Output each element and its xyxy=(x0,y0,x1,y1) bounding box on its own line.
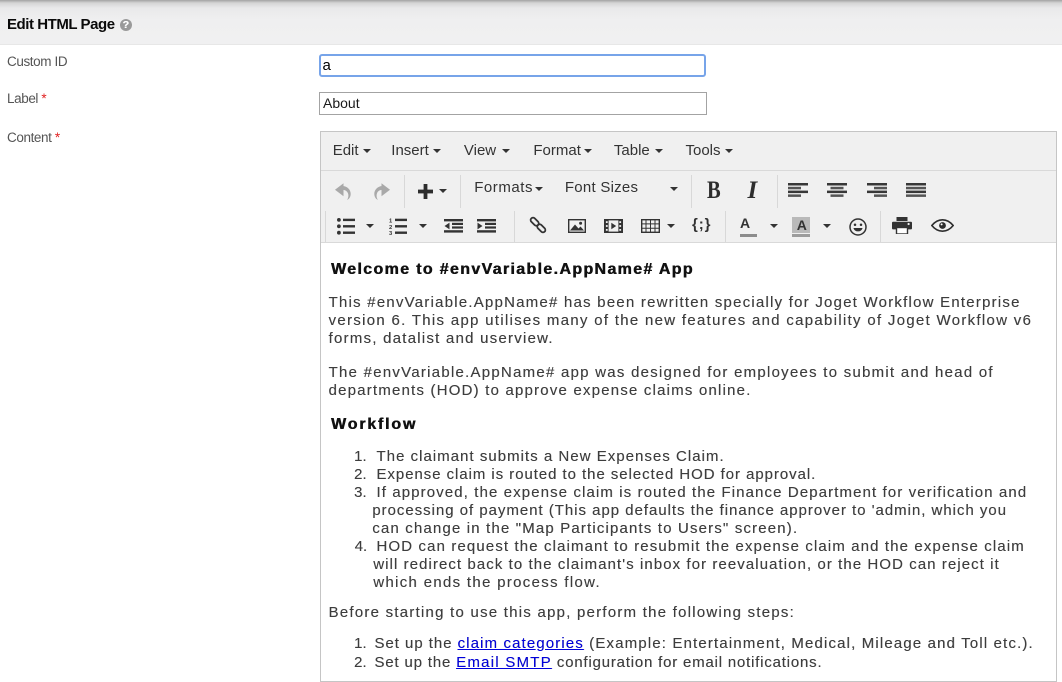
svg-text:3: 3 xyxy=(389,231,393,235)
svg-text:1: 1 xyxy=(389,218,393,224)
svg-text:2: 2 xyxy=(389,224,392,230)
